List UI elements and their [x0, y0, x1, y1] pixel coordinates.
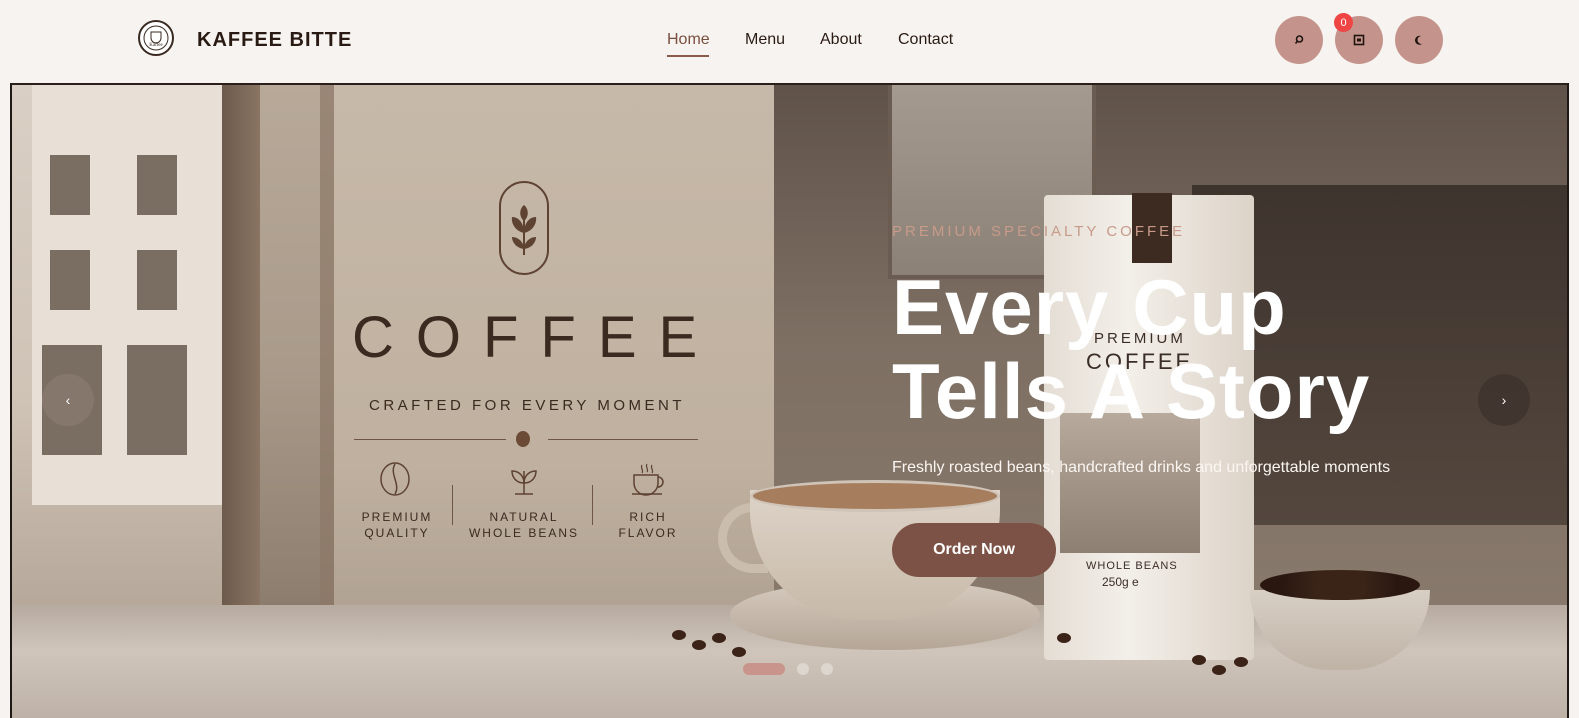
plant-icon	[511, 470, 537, 495]
bean	[732, 647, 746, 657]
feature-separator	[452, 485, 453, 525]
nav-menu[interactable]: Menu	[745, 30, 785, 50]
plant-icon	[511, 205, 537, 255]
nav-contact[interactable]: Contact	[898, 30, 953, 50]
feature-separator	[592, 485, 593, 525]
next-slide-button[interactable]: ›	[1478, 374, 1530, 426]
feature-label: RICH	[629, 510, 667, 524]
bean	[712, 633, 726, 643]
feature-rich-flavor: RICH FLAVOR	[608, 509, 688, 541]
coffee-title: COFFEE	[352, 305, 720, 370]
building-window	[137, 250, 177, 310]
theme-toggle-button[interactable]	[1395, 16, 1443, 64]
slide-dot-1[interactable]	[743, 663, 785, 675]
active-nav-underline	[667, 55, 709, 57]
hero-headline: Every Cup Tells A Story	[892, 265, 1512, 433]
bag-label: 250g e	[1102, 575, 1139, 589]
feature-natural-beans: NATURAL WHOLE BEANS	[464, 509, 584, 541]
nav-about[interactable]: About	[820, 30, 862, 50]
search-icon	[1294, 35, 1304, 45]
headline-line: Every Cup	[892, 263, 1287, 351]
cart-count-badge: 0	[1334, 13, 1353, 32]
feature-label: QUALITY	[364, 526, 430, 540]
site-header: Kaffee KAFFEE BITTE Home Menu About Cont…	[0, 0, 1579, 83]
coffee-bean-icon	[380, 462, 410, 496]
feature-premium-quality: PREMIUM QUALITY	[352, 509, 442, 541]
coffee-bean-icon	[516, 431, 530, 447]
coffee-surface	[750, 480, 1000, 512]
chevron-right-icon: ›	[1501, 392, 1507, 408]
slide-dot-2[interactable]	[797, 663, 809, 675]
headline-line: Tells A Story	[892, 347, 1371, 435]
feature-label: WHOLE BEANS	[468, 526, 580, 540]
building-door	[127, 345, 187, 455]
chevron-left-icon: ‹	[65, 392, 71, 408]
coffee-cup-icon	[632, 463, 664, 496]
moon-icon	[1415, 35, 1422, 45]
feature-label: PREMIUM	[361, 510, 433, 524]
nav-home[interactable]: Home	[667, 30, 710, 50]
search-button[interactable]	[1275, 16, 1323, 64]
bean	[1057, 633, 1071, 643]
building-window	[50, 250, 90, 310]
building-window	[137, 155, 177, 215]
hero-slider: PREMIUM COFFEE WHOLE BEANS 250g e COFFEE…	[10, 83, 1569, 718]
building-window	[50, 155, 90, 215]
leaf-emblem	[499, 181, 549, 275]
feature-label: FLAVOR	[618, 526, 678, 540]
emblem-tagline: CRAFTED FOR EVERY MOMENT	[369, 397, 685, 414]
feature-label: NATURAL	[489, 510, 559, 524]
beans	[1260, 570, 1420, 600]
order-now-button[interactable]: Order Now	[892, 523, 1056, 577]
hero-subtext: Freshly roasted beans, handcrafted drink…	[892, 459, 1391, 476]
divider-line	[354, 439, 506, 440]
prev-slide-button[interactable]: ‹	[42, 374, 94, 426]
bag-label: WHOLE BEANS	[1086, 560, 1178, 572]
hero-eyebrow: PREMIUM SPECIALTY COFFEE	[892, 223, 1186, 240]
bean	[672, 630, 686, 640]
slide-indicators	[12, 663, 1567, 677]
divider-line	[548, 439, 698, 440]
cart-icon	[1353, 34, 1365, 46]
bean	[692, 640, 706, 650]
slide-dot-3[interactable]	[821, 663, 833, 675]
